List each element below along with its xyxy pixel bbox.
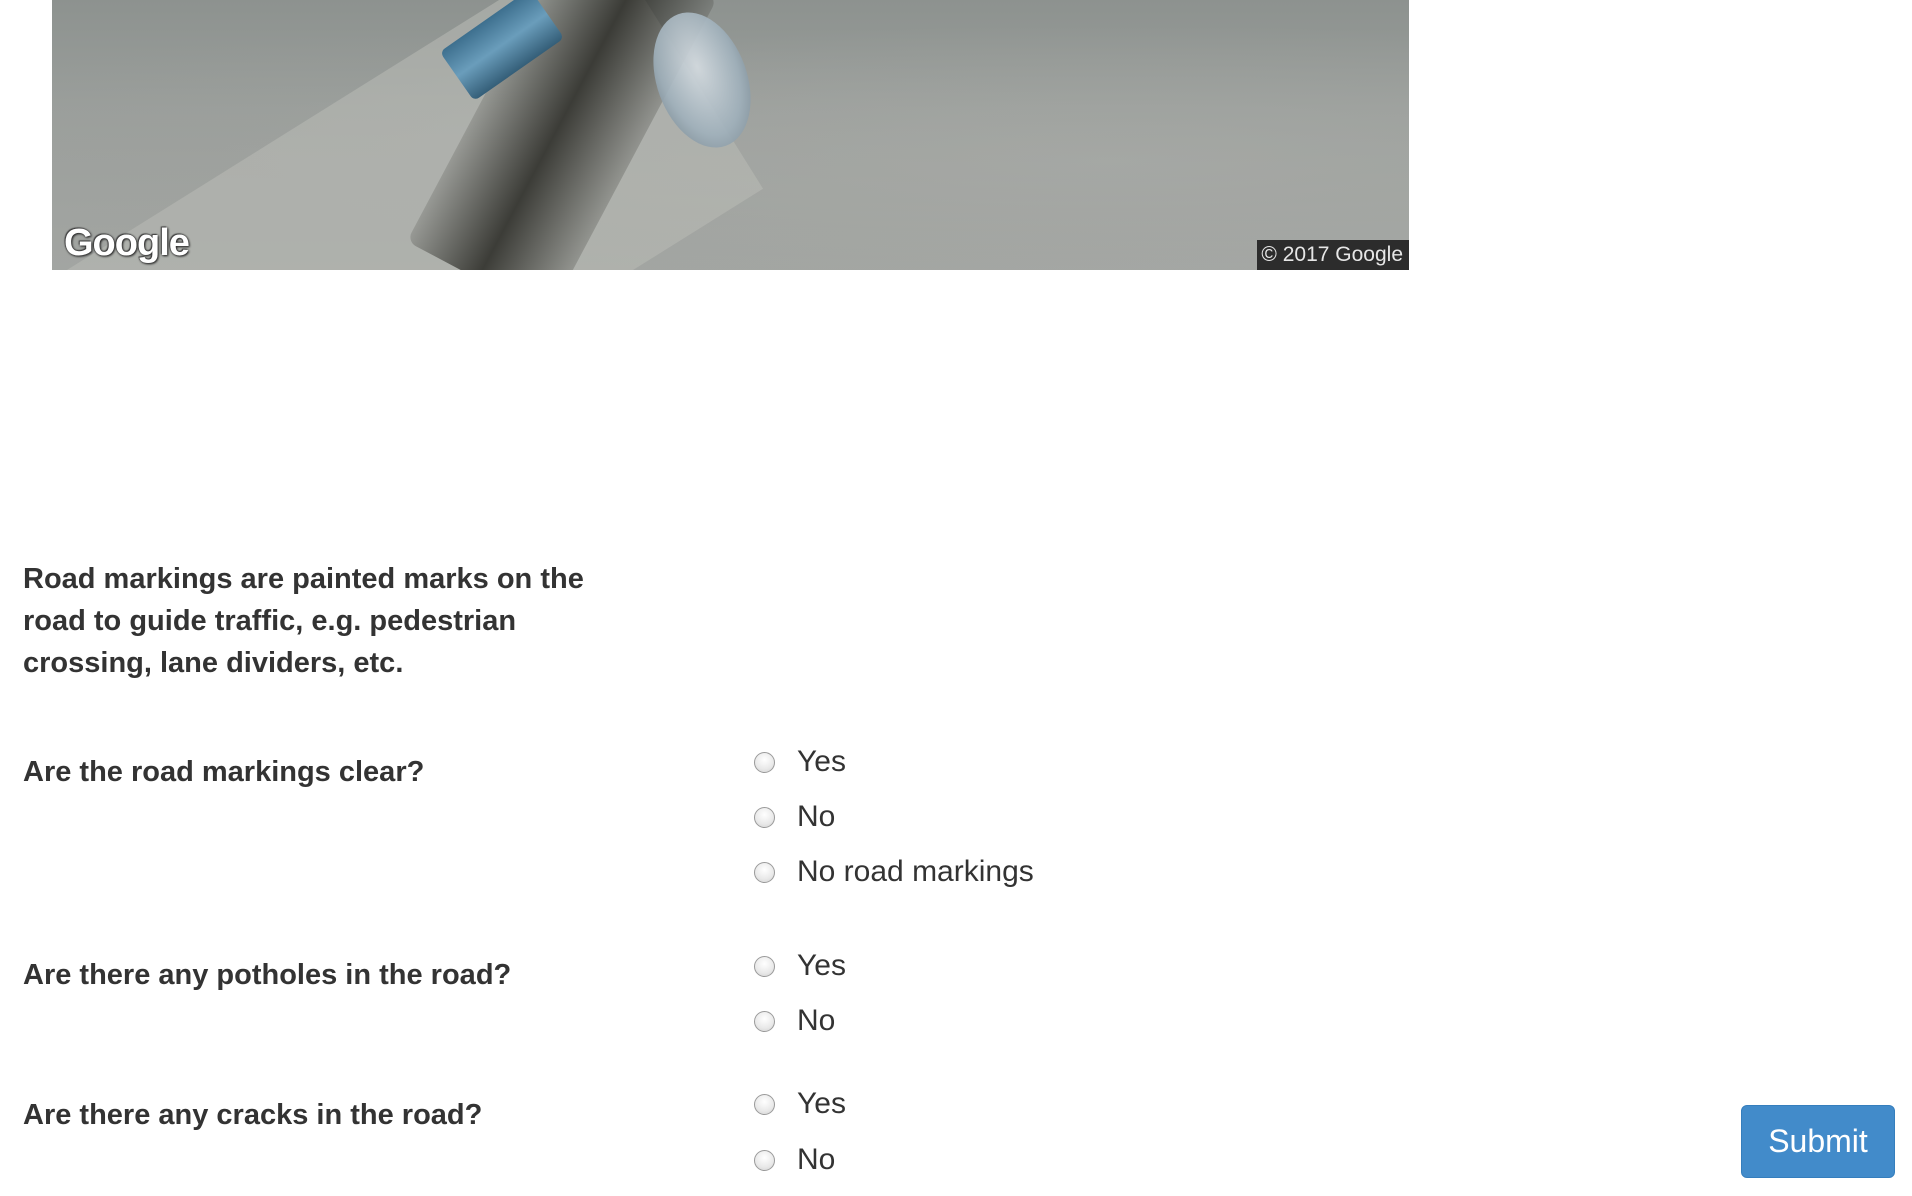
option-label: Yes (797, 1087, 846, 1120)
option-cracks-no[interactable]: No (754, 1140, 835, 1180)
option-label: No (797, 1143, 836, 1176)
option-potholes-yes[interactable]: Yes (754, 946, 846, 986)
radio-button[interactable] (754, 1010, 775, 1032)
question-potholes: Are there any potholes in the road? (23, 959, 512, 991)
radio-button[interactable] (754, 1149, 775, 1171)
option-label: No (797, 1004, 836, 1037)
submit-button[interactable]: Submit (1741, 1105, 1895, 1178)
radio-button[interactable] (754, 806, 775, 828)
option-label: No (797, 800, 836, 833)
question-cracks: Are there any cracks in the road? (23, 1099, 483, 1131)
option-no-road-markings[interactable]: No road markings (754, 852, 1034, 892)
copyright-label: © 2017 Google (1257, 240, 1409, 270)
radio-button[interactable] (754, 751, 775, 773)
question-road-markings-clear: Are the road markings clear? (23, 756, 425, 788)
radio-button[interactable] (754, 955, 775, 977)
option-label: No road markings (797, 855, 1034, 888)
radio-button[interactable] (754, 861, 775, 883)
option-markings-yes[interactable]: Yes (754, 742, 846, 782)
road-markings-intro: Road markings are painted marks on the r… (23, 563, 584, 679)
google-logo: Google (64, 222, 190, 264)
option-potholes-no[interactable]: No (754, 1001, 835, 1041)
option-cracks-yes[interactable]: Yes (754, 1084, 846, 1124)
option-markings-no[interactable]: No (754, 797, 835, 837)
option-label: Yes (797, 949, 846, 982)
option-label: Yes (797, 745, 846, 778)
radio-button[interactable] (754, 1093, 775, 1115)
street-view-image[interactable]: Google © 2017 Google (52, 0, 1409, 270)
